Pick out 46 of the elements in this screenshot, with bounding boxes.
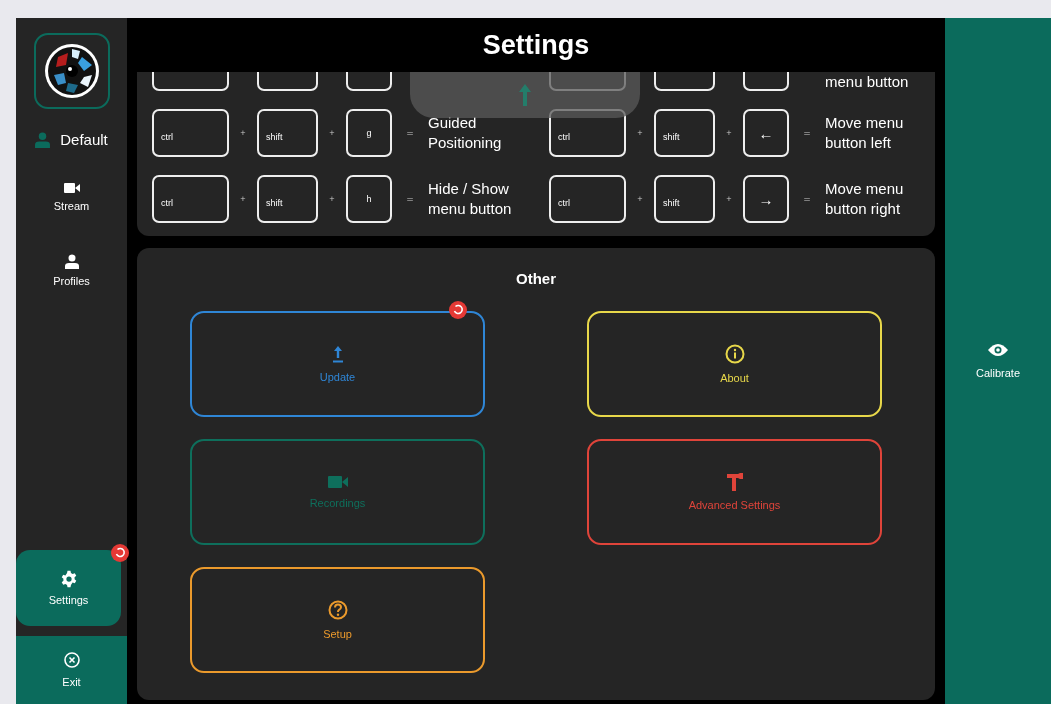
keyboard-key: shift [257, 175, 318, 223]
settings-card[interactable]: Advanced Settings [587, 439, 882, 545]
logo-icon [43, 43, 100, 99]
video-camera-icon [327, 475, 348, 489]
sidebar-item[interactable]: Profiles [19, 246, 124, 295]
video-camera-icon [63, 182, 80, 194]
equals-sign: = [802, 194, 812, 204]
settings-card[interactable]: Update [190, 311, 485, 417]
close-icon [63, 652, 80, 668]
person-icon [64, 254, 79, 269]
keyboard-key: ctrl [549, 175, 626, 223]
eye-icon [988, 343, 1008, 357]
question-icon [327, 600, 348, 620]
equals-sign: = [405, 194, 415, 204]
shortcut-description: Guided Positioning [428, 113, 503, 153]
keyboard-key: shift [654, 175, 715, 223]
keyboard-key: ← [743, 109, 789, 157]
keyboard-key: → [743, 175, 789, 223]
settings-card[interactable]: About [587, 311, 882, 417]
equals-sign: = [802, 128, 812, 138]
keyboard-key: shift [654, 109, 715, 157]
keyboard-key: h [346, 175, 392, 223]
hammer-icon [726, 473, 743, 491]
keyboard-key: ctrl [152, 109, 229, 157]
up-arrow-icon [519, 84, 531, 106]
shortcut-description: menu button [825, 73, 910, 91]
pull-handle[interactable] [410, 72, 640, 118]
sidebar-item[interactable]: Settings [16, 550, 121, 626]
shortcut-description: Move menu button left [825, 113, 905, 153]
person-icon [35, 131, 51, 148]
settings-card[interactable]: Setup [190, 567, 485, 673]
calibrate-button[interactable]: Calibrate [945, 18, 1051, 704]
section-title: Other [516, 270, 556, 287]
window-title: Settings [482, 29, 590, 61]
keyboard-key: ctrl [152, 175, 229, 223]
shortcut-description: Hide / Show menu button [428, 179, 513, 219]
exit-button[interactable]: Exit [16, 636, 127, 704]
shortcut-description: Move menu button right [825, 179, 905, 219]
upload-icon [331, 345, 344, 363]
profile-name: Default [60, 131, 108, 148]
info-icon [724, 344, 745, 364]
equals-sign: = [405, 128, 415, 138]
gear-icon [59, 570, 78, 588]
sidebar-item[interactable]: Stream [19, 174, 124, 220]
keyboard-key: g [346, 109, 392, 157]
keyboard-key: shift [257, 109, 318, 157]
